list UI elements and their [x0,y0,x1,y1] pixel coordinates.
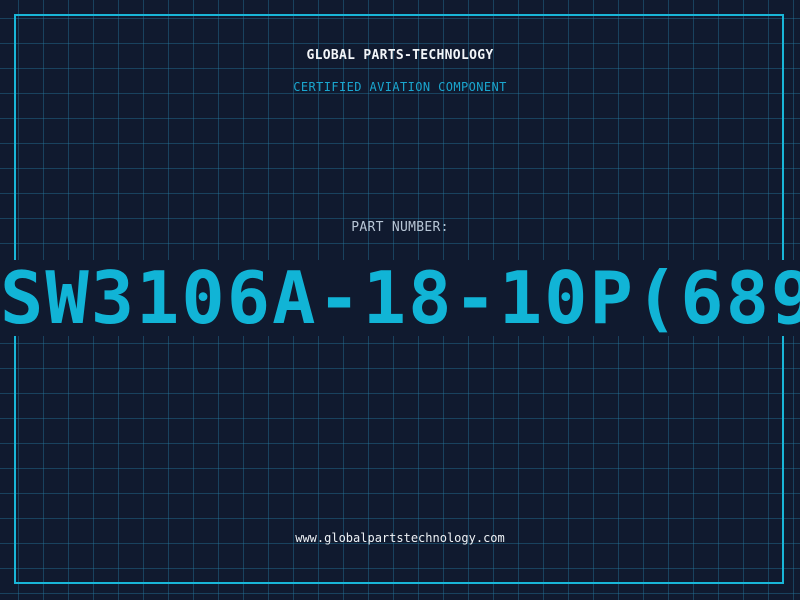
company-name: GLOBAL PARTS-TECHNOLOGY [306,48,494,63]
certification-tagline: CERTIFIED AVIATION COMPONENT [293,80,507,94]
part-number-value: SW3106A-18-10P(689 [0,260,800,336]
website-url: www.globalpartstechnology.com [295,531,505,545]
part-number-label: PART NUMBER: [351,220,449,235]
part-number-band: SW3106A-18-10P(689 [0,260,800,336]
part-label-card: GLOBAL PARTS-TECHNOLOGY CERTIFIED AVIATI… [0,0,800,600]
